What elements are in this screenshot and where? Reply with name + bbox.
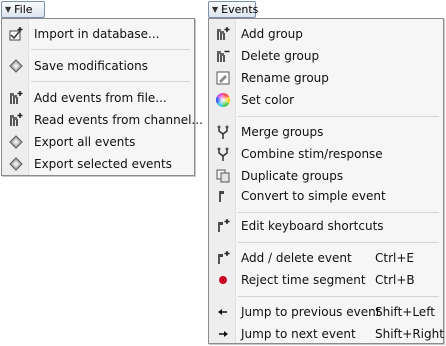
menu-item-jump-previous-event[interactable]: Jump to previous event Shift+Left [209,301,443,323]
menu-item-read-events-channel[interactable]: Read events from channel... [2,109,203,131]
menu-item-import-database[interactable]: Import in database... [2,23,194,45]
add-group-icon [215,26,231,42]
menu-item-edit-keyboard-shortcuts[interactable]: Edit keyboard shortcuts [209,215,443,237]
events-menu-button[interactable]: ▼ Events [208,1,259,18]
export-selected-diamond-icon [8,156,24,172]
color-wheel-icon [215,92,231,108]
menu-item-rename-group[interactable]: Rename group [209,67,443,89]
arrow-right-icon [215,326,231,342]
menu-item-label: Merge groups [241,125,324,139]
menu-item-duplicate-groups[interactable]: Duplicate groups [209,165,443,187]
read-events-channel-icon [8,112,24,128]
menu-item-export-all-events[interactable]: Export all events [2,131,194,153]
menu-item-label: Set color [241,93,295,107]
menu-item-save-modifications[interactable]: Save modifications [2,55,194,77]
menu-item-label: Read events from channel... [34,113,203,127]
chevron-down-icon: ▼ [5,5,12,14]
chevron-down-icon: ▼ [212,5,219,14]
menu-item-merge-groups[interactable]: Merge groups [209,121,443,143]
separator [31,49,190,50]
export-diamond-icon [8,134,24,150]
menu-item-add-delete-event[interactable]: Add / delete event Ctrl+E [209,247,443,269]
menu-item-shortcut: Shift+Left [375,305,435,319]
flag-icon [215,188,231,204]
menu-item-add-events-file[interactable]: Add events from file... [2,87,194,109]
combine-icon [215,146,231,162]
events-menu: Add group Delete group Rename group Set … [208,18,444,344]
menu-item-label: Reject time segment [241,273,366,287]
import-database-icon [8,26,24,42]
menu-item-label: Add / delete event [241,251,352,265]
menu-item-label: Edit keyboard shortcuts [241,219,384,233]
menu-item-reject-time-segment[interactable]: Reject time segment Ctrl+B [209,269,443,291]
menu-item-export-selected-events[interactable]: Export selected events [2,153,194,175]
menu-item-label: Add events from file... [34,91,167,105]
file-menu-label: File [14,3,33,16]
menu-item-label: Add group [241,27,303,41]
menu-item-combine-stim-response[interactable]: Combine stim/response [209,143,443,165]
merge-groups-icon [215,124,231,140]
menu-item-shortcut: Ctrl+B [375,273,415,287]
separator [238,296,439,297]
save-diamond-icon [8,58,24,74]
menu-item-shortcut: Ctrl+E [375,251,414,265]
file-menu-button[interactable]: ▼ File [1,1,45,18]
menu-item-set-color[interactable]: Set color [209,89,443,111]
flag-plus-icon [215,250,231,266]
menu-item-label: Import in database... [34,27,160,41]
menu-item-delete-group[interactable]: Delete group [209,45,443,67]
red-dot-icon [215,272,231,288]
rename-group-icon [215,70,231,86]
menu-item-label: Rename group [241,71,329,85]
menu-item-label: Convert to simple event [241,189,386,203]
menu-item-convert-simple-event[interactable]: Convert to simple event [209,185,443,207]
arrow-left-icon [215,304,231,320]
file-menu: Import in database... Save modifications… [1,18,203,176]
separator [31,81,190,82]
menu-item-label: Export selected events [34,157,172,171]
menu-item-shortcut: Shift+Right [375,327,444,341]
menu-item-add-group[interactable]: Add group [209,23,443,45]
menu-item-label: Jump to previous event [241,305,381,319]
menu-item-label: Delete group [241,49,320,63]
add-events-file-icon [8,90,24,106]
menu-item-label: Export all events [34,135,136,149]
menu-item-label: Jump to next event [241,327,356,341]
flag-plus-icon [215,218,231,234]
delete-group-icon [215,48,231,64]
menu-item-label: Save modifications [34,59,148,73]
separator [238,242,439,243]
separator [238,212,439,213]
duplicate-icon [215,168,231,184]
menu-item-jump-next-event[interactable]: Jump to next event Shift+Right [209,323,444,345]
menu-item-label: Duplicate groups [241,169,344,183]
separator [238,116,439,117]
menu-item-label: Combine stim/response [241,147,383,161]
events-menu-label: Events [221,3,259,16]
